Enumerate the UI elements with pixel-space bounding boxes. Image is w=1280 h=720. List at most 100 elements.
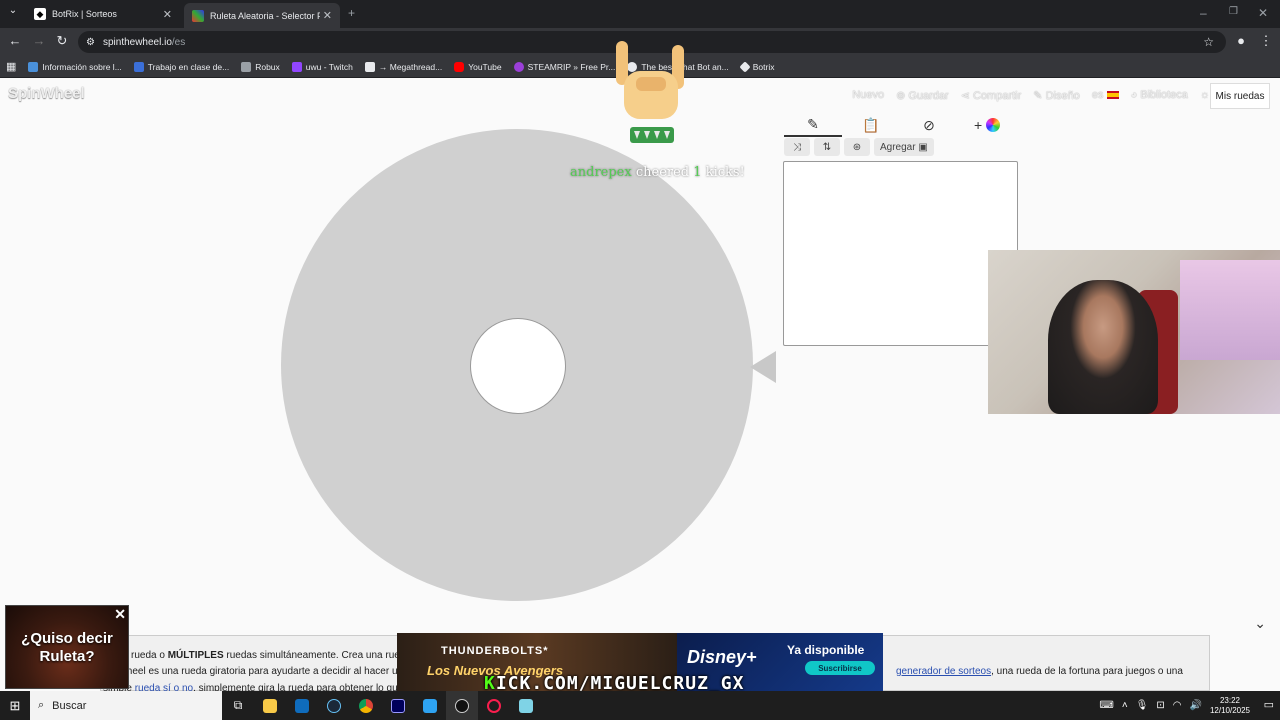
- taskbar-clock[interactable]: 23:22 12/10/2025: [1210, 696, 1250, 716]
- nav-save[interactable]: ⊚ Guardar: [896, 89, 949, 102]
- profile-avatar-icon[interactable]: ●: [1232, 33, 1250, 48]
- streamer-webcam: [988, 250, 1280, 414]
- bookmark-favicon-icon: [513, 61, 524, 72]
- bookmark-item[interactable]: Información sobre l...: [28, 61, 122, 72]
- back-icon[interactable]: ←: [6, 33, 24, 48]
- spain-flag-icon: [1106, 91, 1119, 100]
- bookmark-favicon-icon: [739, 60, 751, 73]
- minimize-icon[interactable]: –: [1200, 6, 1207, 20]
- info-line-1: rueda o MÚLTIPLES ruedas simultáneamente…: [131, 650, 425, 661]
- system-tray: ⌨ ˄ 🎙 ⊡ ◠ 🔊 23:22 12/10/2025: [1099, 691, 1250, 720]
- window-close-icon[interactable]: ✕: [1258, 6, 1268, 20]
- obs-icon[interactable]: [446, 691, 478, 720]
- nav-share[interactable]: ⋖ Compartir: [961, 89, 1022, 102]
- bookmark-favicon-icon: [291, 61, 302, 72]
- network-icon[interactable]: ⊡: [1156, 700, 1164, 711]
- bookmark-favicon-icon: [241, 61, 252, 72]
- bookmark-item[interactable]: Trabajo en clase de...: [133, 61, 229, 72]
- chrome-icon[interactable]: [350, 691, 382, 720]
- bookmark-item[interactable]: Robux: [241, 61, 280, 72]
- tab-results[interactable]: 📋: [842, 113, 900, 137]
- site-info-icon[interactable]: ⚙: [86, 37, 95, 48]
- nav-language[interactable]: es: [1092, 89, 1119, 102]
- bookmark-item[interactable]: YouTube: [454, 61, 502, 72]
- shuffle-icon: ⤨: [793, 141, 801, 153]
- site-logo[interactable]: SpinWheel: [8, 85, 85, 102]
- search-icon: ⌕: [38, 699, 45, 711]
- tab-title: Ruleta Aleatoria - Selector Perso: [210, 10, 320, 21]
- steam-icon[interactable]: [318, 691, 350, 720]
- url-path: /es: [171, 36, 186, 48]
- tab-ruleta[interactable]: Ruleta Aleatoria - Selector Perso ✕: [184, 3, 340, 28]
- background-shelf: [1180, 260, 1280, 360]
- tab-edit[interactable]: ✎: [784, 113, 842, 137]
- chevron-down-icon[interactable]: ⌄: [1254, 615, 1266, 632]
- bookmark-item[interactable]: Botrix: [739, 60, 774, 73]
- quiso-decir-ruleta-overlay: ¿Quiso decir Ruleta? ✕: [5, 605, 129, 689]
- tab-search-icon[interactable]: ⌄: [4, 5, 22, 16]
- premiere-icon[interactable]: [382, 691, 414, 720]
- raffle-generator-link[interactable]: generador de sorteos: [896, 666, 991, 677]
- add-image-button[interactable]: Agregar ▣: [874, 138, 934, 156]
- windows-start-icon[interactable]: ⊞: [0, 691, 30, 720]
- close-tab-icon[interactable]: ✕: [163, 8, 172, 21]
- nav-design[interactable]: ✎ Diseño: [1033, 89, 1080, 102]
- bookmark-item[interactable]: → Megathread...: [364, 61, 442, 72]
- my-wheels-button[interactable]: Mis ruedas: [1210, 83, 1270, 109]
- tray-chevron-icon[interactable]: ˄: [1122, 700, 1128, 711]
- volume-icon[interactable]: 🔊: [1190, 700, 1202, 711]
- microphone-icon[interactable]: 🎙: [1136, 700, 1149, 711]
- theme-toggle-icon[interactable]: ☼: [1200, 89, 1210, 102]
- entries-textarea[interactable]: [783, 161, 1018, 346]
- wheel-center-button[interactable]: [470, 318, 566, 414]
- entries-toolbar: ⤨ ⇅ ⊛ Agregar ▣: [784, 138, 934, 156]
- close-tab-icon[interactable]: ✕: [323, 9, 332, 22]
- ai-button[interactable]: ⊛: [844, 138, 870, 156]
- tab-add-wheel[interactable]: +: [958, 113, 1016, 137]
- botrix-favicon-icon: ◆: [34, 8, 46, 20]
- file-explorer-icon[interactable]: [254, 691, 286, 720]
- nav-new[interactable]: Nuevo: [852, 89, 884, 102]
- opera-gx-icon[interactable]: [478, 691, 510, 720]
- close-icon[interactable]: ✕: [114, 606, 126, 623]
- task-view-icon[interactable]: ⧉: [222, 691, 254, 720]
- notification-icon[interactable]: ▭: [1264, 698, 1274, 711]
- outlook-icon[interactable]: [286, 691, 318, 720]
- bookmark-item[interactable]: uwu - Twitch: [291, 61, 353, 72]
- tab-title: BotRix | Sorteos: [52, 9, 117, 19]
- plus-icon: +: [973, 117, 983, 133]
- sort-icon: ⇅: [822, 141, 832, 153]
- url-host: spinthewheel.io: [102, 36, 172, 48]
- apps-grid-icon[interactable]: ▦: [6, 60, 16, 73]
- tab-hidden[interactable]: ⊘: [900, 113, 958, 137]
- menu-kebab-icon[interactable]: ⋮: [1257, 33, 1275, 49]
- reload-icon[interactable]: ↻: [53, 33, 71, 49]
- restore-icon[interactable]: ❐: [1229, 6, 1238, 17]
- image-icon: ▣: [918, 141, 928, 153]
- tab-botrix[interactable]: ◆ BotRix | Sorteos ✕: [26, 2, 180, 26]
- wifi-icon[interactable]: ◠: [1173, 700, 1182, 711]
- new-tab-icon[interactable]: +: [348, 6, 355, 20]
- nav-library[interactable]: ◕ Biblioteca: [1131, 89, 1188, 102]
- bookmark-favicon-icon: [28, 61, 39, 72]
- cheer-alert: andrepex cheered 1 kicks!: [570, 165, 745, 180]
- shuffle-button[interactable]: ⤨: [784, 138, 810, 156]
- app-icon[interactable]: [414, 691, 446, 720]
- wheel-favicon-icon: [192, 9, 204, 22]
- bookmark-item[interactable]: STEAMRIP » Free Pr...: [513, 61, 615, 72]
- forward-icon[interactable]: →: [30, 33, 48, 48]
- keyboard-icon[interactable]: ⌨: [1099, 700, 1113, 711]
- brain-icon: ⊛: [852, 141, 862, 153]
- subscribe-button[interactable]: Suscribirse: [805, 661, 875, 675]
- youtube-icon: [454, 61, 465, 72]
- bookmark-star-icon[interactable]: ☆: [1203, 35, 1214, 49]
- rock-hand-emoji-icon: [616, 41, 684, 143]
- clipboard-icon: 📋: [862, 116, 880, 133]
- bookmark-favicon-icon: [364, 61, 375, 72]
- streamer: [1048, 280, 1158, 414]
- taskbar-search[interactable]: ⌕ Buscar: [30, 691, 222, 720]
- sort-button[interactable]: ⇅: [814, 138, 840, 156]
- top-nav: Nuevo ⊚ Guardar ⋖ Compartir ✎ Diseño es …: [852, 89, 1210, 102]
- notes-icon[interactable]: [510, 691, 542, 720]
- color-wheel-icon: [986, 118, 1001, 132]
